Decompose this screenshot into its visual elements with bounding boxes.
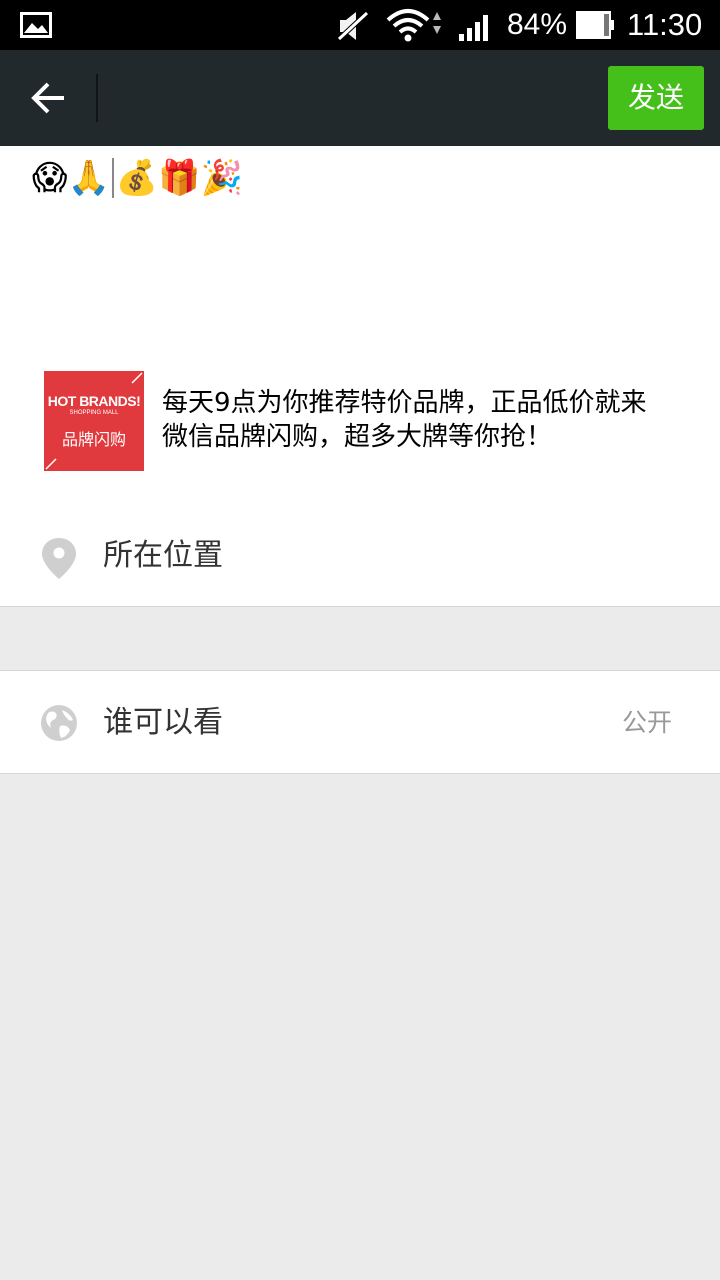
description-line-2: 微信品牌闪购，超多大牌等你抢！ [162, 422, 553, 452]
thumbnail-subtitle: SHOPPING MALL [69, 410, 119, 416]
gallery-icon [20, 12, 52, 38]
divider [0, 606, 720, 607]
description-line-1: 每天9点为你推荐特价品牌，正品低价就来 [162, 388, 647, 418]
post-text-before-cursor: 😱🙏 [32, 158, 110, 198]
battery-icon [576, 11, 614, 39]
send-button[interactable]: 发送 [608, 66, 704, 130]
post-text-input[interactable]: 😱🙏 💰🎁🎉 [32, 158, 692, 358]
thumbnail-title: HOT BRANDS! [47, 393, 141, 409]
compose-panel: 😱🙏 💰🎁🎉 HOT BRANDS! SHOPPING MALL 品牌闪购 每天9… [0, 146, 720, 606]
back-arrow-icon[interactable] [22, 72, 74, 124]
shared-link-description: 每天9点为你推荐特价品牌，正品低价就来 微信品牌闪购，超多大牌等你抢！ [162, 386, 702, 454]
globe-icon [41, 705, 77, 741]
text-cursor [111, 158, 114, 198]
action-bar: 发送 [0, 50, 720, 146]
location-pin-icon [42, 538, 76, 579]
action-bar-divider [96, 74, 98, 122]
mute-icon [336, 10, 370, 42]
clock: 11:30 [627, 7, 703, 42]
status-bar: 84% 11:30 [0, 0, 720, 50]
visibility-label: 谁可以看 [103, 705, 223, 740]
shared-link-card[interactable]: HOT BRANDS! SHOPPING MALL 品牌闪购 每天9点为你推荐特… [44, 370, 694, 472]
shared-link-thumbnail: HOT BRANDS! SHOPPING MALL 品牌闪购 [44, 371, 144, 471]
location-row[interactable]: 所在位置 [0, 506, 720, 606]
location-label: 所在位置 [103, 538, 223, 573]
post-text-after-cursor: 💰🎁🎉 [115, 158, 243, 198]
visibility-row[interactable]: 谁可以看 公开 [0, 670, 720, 774]
visibility-value: 公开 [621, 708, 672, 737]
battery-percent: 84% [507, 8, 568, 41]
thumbnail-corner-lines [45, 372, 143, 470]
signal-icon [459, 15, 488, 41]
thumbnail-cn-text: 品牌闪购 [61, 430, 126, 449]
wifi-icon [386, 9, 441, 42]
